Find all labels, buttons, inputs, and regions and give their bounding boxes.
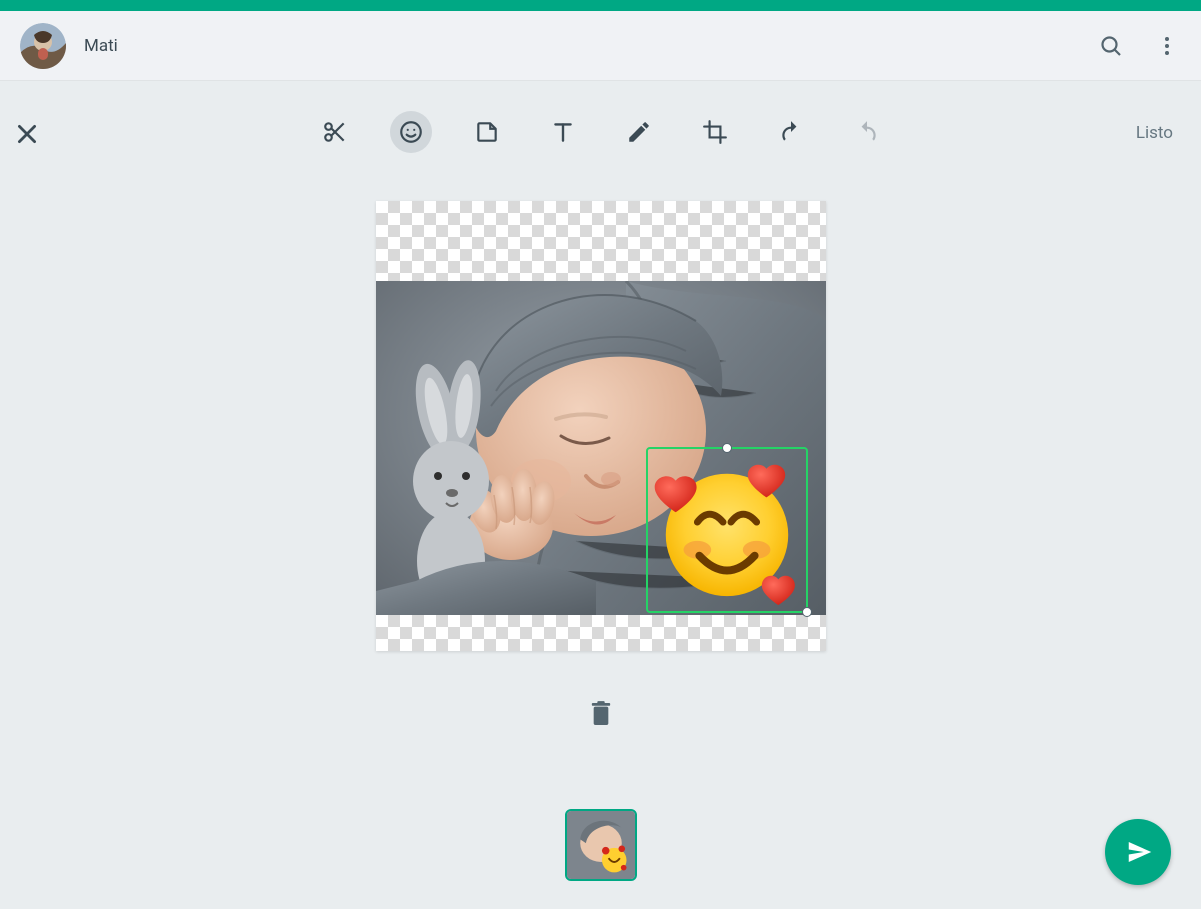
tool-crop[interactable] [694, 111, 736, 153]
editor-toolbar [314, 111, 888, 153]
search-icon[interactable] [1097, 32, 1125, 60]
tool-text[interactable] [542, 111, 584, 153]
send-button[interactable] [1105, 819, 1171, 885]
editor-canvas[interactable] [376, 201, 826, 651]
done-button[interactable]: Listo [1136, 123, 1173, 143]
app-top-accent-bar [0, 0, 1201, 11]
chat-header: Mati [0, 11, 1201, 81]
contact-avatar[interactable] [20, 23, 66, 69]
canvas-transparency-bottom [376, 615, 826, 651]
tool-undo[interactable] [770, 111, 812, 153]
emoji-sticker-selection[interactable] [646, 447, 808, 613]
selection-handle-top[interactable] [722, 443, 732, 453]
close-editor-button[interactable] [14, 121, 40, 151]
tool-emoji[interactable] [390, 111, 432, 153]
menu-dots-icon[interactable] [1153, 32, 1181, 60]
tool-draw[interactable] [618, 111, 660, 153]
tool-redo [846, 111, 888, 153]
contact-name: Mati [84, 36, 1069, 56]
delete-sticker-button[interactable] [590, 701, 612, 731]
thumbnail-selected[interactable] [565, 809, 637, 881]
canvas-transparency-top [376, 201, 826, 281]
thumbnail-strip [565, 809, 637, 881]
tool-sticker[interactable] [466, 111, 508, 153]
tool-cut[interactable] [314, 111, 356, 153]
image-editor: Listo [0, 81, 1201, 909]
selection-handle-bottom-right[interactable] [802, 607, 812, 617]
